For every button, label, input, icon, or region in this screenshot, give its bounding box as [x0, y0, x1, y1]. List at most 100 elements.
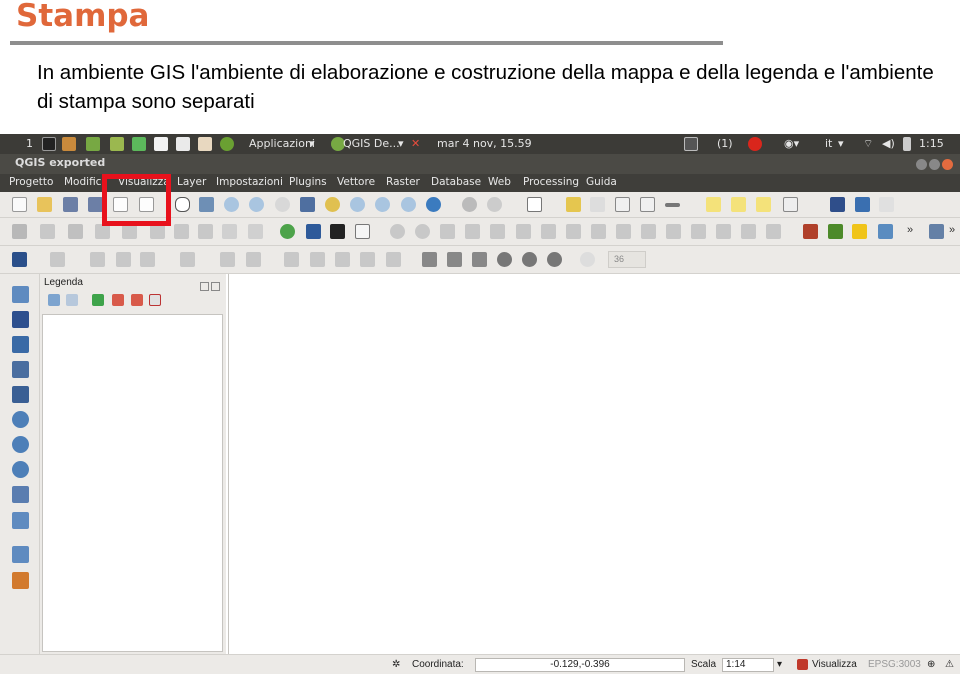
- open-project-icon[interactable]: [37, 197, 52, 212]
- wifi-icon[interactable]: ⌔: [863, 134, 873, 154]
- window-close-button[interactable]: [942, 159, 953, 170]
- add-group-icon[interactable]: [48, 294, 60, 306]
- book-icon[interactable]: [830, 197, 845, 212]
- add-vector-layer-icon[interactable]: [12, 286, 29, 303]
- info-icon[interactable]: [487, 197, 502, 212]
- metadata-icon[interactable]: [330, 224, 345, 239]
- advanced-edit-icon-7[interactable]: [246, 252, 261, 267]
- close-icon[interactable]: ✕: [411, 134, 420, 154]
- advanced-edit-icon-4[interactable]: [140, 252, 155, 267]
- help-icon[interactable]: [855, 197, 870, 212]
- save-project-icon[interactable]: [63, 197, 78, 212]
- window-minimize-button[interactable]: [916, 159, 927, 170]
- deselect-icon[interactable]: [566, 197, 581, 212]
- menu-guida[interactable]: Guida: [586, 174, 617, 192]
- collapse-all-icon[interactable]: [131, 294, 143, 306]
- delete-selected-icon[interactable]: [174, 224, 189, 239]
- window-maximize-button[interactable]: [929, 159, 940, 170]
- merge-attributes-icon[interactable]: [691, 224, 706, 239]
- pan-to-selection-icon[interactable]: [199, 197, 214, 212]
- qgis-browser-icon[interactable]: [86, 137, 100, 151]
- advanced-edit-icon-5[interactable]: [180, 252, 195, 267]
- cut-features-icon[interactable]: [198, 224, 213, 239]
- attribute-table-icon[interactable]: [615, 197, 630, 212]
- advanced-edit-icon-9[interactable]: [310, 252, 325, 267]
- add-wms-layer-icon[interactable]: [12, 411, 29, 428]
- render-checkbox[interactable]: [797, 659, 808, 670]
- add-delimited-text-icon[interactable]: [12, 486, 29, 503]
- menu-raster[interactable]: Raster: [386, 174, 420, 192]
- add-feature-icon[interactable]: [95, 224, 110, 239]
- visibility-icon[interactable]: [66, 294, 78, 306]
- advanced-edit-icon[interactable]: [50, 252, 65, 267]
- remove-layer-icon[interactable]: [149, 294, 161, 306]
- filter-icon[interactable]: [92, 294, 104, 306]
- advanced-edit-icon-10[interactable]: [335, 252, 350, 267]
- mail-icon[interactable]: [748, 137, 762, 151]
- measure-icon[interactable]: [665, 203, 680, 207]
- new-project-icon[interactable]: [12, 197, 27, 212]
- zoom-out-icon[interactable]: [249, 197, 264, 212]
- coordinate-field[interactable]: -0.129,-0.396: [475, 658, 685, 672]
- paint-icon[interactable]: [803, 224, 818, 239]
- crs-icon[interactable]: ⊕: [927, 655, 935, 674]
- refresh-icon[interactable]: [426, 197, 441, 212]
- menu-web[interactable]: Web: [488, 174, 511, 192]
- terrain-icon[interactable]: [828, 224, 843, 239]
- more-tools-icon[interactable]: »: [907, 224, 913, 236]
- toggle-editing-icon[interactable]: [12, 224, 27, 239]
- menu-processing[interactable]: Processing: [523, 174, 579, 192]
- openlayers-icon[interactable]: [280, 224, 295, 239]
- volume-icon[interactable]: ◀): [882, 134, 895, 154]
- advanced-edit-icon-6[interactable]: [220, 252, 235, 267]
- crs-status[interactable]: EPSG:3003: [868, 655, 921, 674]
- terminal-icon[interactable]: [42, 137, 56, 151]
- raster-icon-5[interactable]: [522, 252, 537, 267]
- value-spinbox[interactable]: 36: [608, 251, 646, 268]
- label-tool-icon[interactable]: [783, 197, 798, 212]
- warning-icon[interactable]: [852, 224, 867, 239]
- move-feature-icon[interactable]: [122, 224, 137, 239]
- clock-datetime[interactable]: mar 4 nov, 15.59: [437, 134, 532, 154]
- undo-icon[interactable]: [390, 224, 405, 239]
- add-wfs-layer-icon[interactable]: [12, 461, 29, 478]
- add-gpx-layer-icon[interactable]: [12, 546, 29, 563]
- mail-count[interactable]: (1): [717, 134, 733, 154]
- edit-pencil-icon[interactable]: [40, 224, 55, 239]
- coordinate-toggle-icon[interactable]: ✲: [392, 655, 400, 674]
- pan-map-icon[interactable]: [175, 197, 190, 212]
- active-task-label[interactable]: QGIS De...: [343, 134, 400, 154]
- text-editor-icon[interactable]: [176, 137, 190, 151]
- screen-icon[interactable]: [684, 137, 698, 151]
- rotate-label-icon[interactable]: [766, 224, 781, 239]
- menu-impostazioni[interactable]: Impostazioni: [216, 174, 283, 192]
- copy-features-icon[interactable]: [222, 224, 237, 239]
- spiral-icon[interactable]: [580, 252, 595, 267]
- add-raster-layer-icon[interactable]: [12, 311, 29, 328]
- field-calculator-icon[interactable]: [590, 197, 605, 212]
- advanced-edit-icon-2[interactable]: [90, 252, 105, 267]
- text-annotation-icon[interactable]: [756, 197, 771, 212]
- advanced-edit-icon-12[interactable]: [386, 252, 401, 267]
- whats-this-icon[interactable]: [879, 197, 894, 212]
- split-parts-icon[interactable]: [641, 224, 656, 239]
- applications-menu[interactable]: Applicazioni: [249, 134, 315, 154]
- node-tool-icon[interactable]: [150, 224, 165, 239]
- zoom-selection-icon[interactable]: [325, 197, 340, 212]
- raster-icon-6[interactable]: [547, 252, 562, 267]
- split-features-icon[interactable]: [616, 224, 631, 239]
- zoom-last-icon[interactable]: [375, 197, 390, 212]
- zoom-next-icon[interactable]: [401, 197, 416, 212]
- fill-ring-icon[interactable]: [490, 224, 505, 239]
- zoom-native-icon[interactable]: [275, 197, 290, 212]
- system-time[interactable]: 1:15: [919, 134, 944, 154]
- menu-layer[interactable]: Layer: [177, 174, 206, 192]
- add-mssql-layer-icon[interactable]: [12, 386, 29, 403]
- more-tools-icon-2[interactable]: »: [949, 224, 955, 236]
- select-features-icon[interactable]: [527, 197, 542, 212]
- qgis-browser-icon-2[interactable]: [110, 137, 124, 151]
- delete-ring-icon[interactable]: [516, 224, 531, 239]
- battery-icon[interactable]: [903, 137, 911, 151]
- workspace-indicator[interactable]: 1: [26, 134, 33, 154]
- advanced-edit-icon-11[interactable]: [360, 252, 375, 267]
